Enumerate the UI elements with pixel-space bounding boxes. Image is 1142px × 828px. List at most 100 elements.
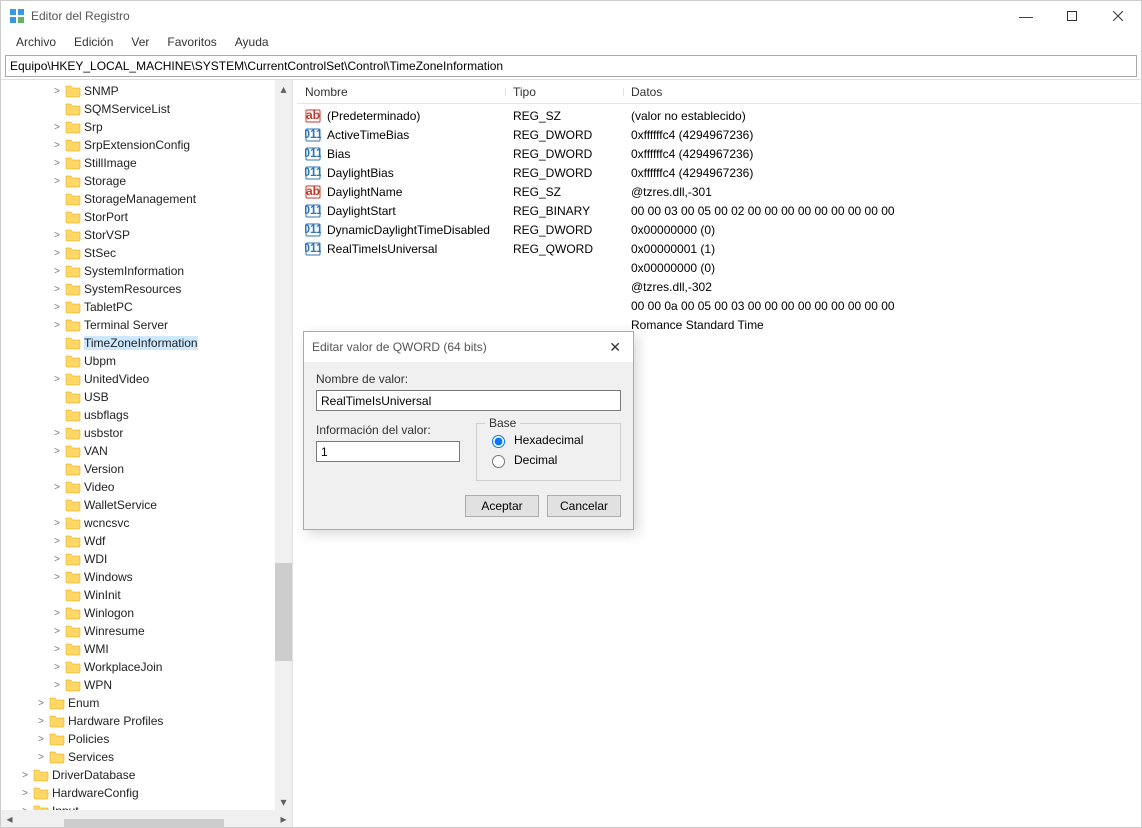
dialog-close-button[interactable]: ✕ [605,339,625,356]
value-row[interactable]: abDaylightNameREG_SZ@tzres.dll,-301 [297,182,1141,201]
radio-decimal[interactable]: Decimal [487,450,610,470]
expand-icon[interactable]: ˃ [49,230,65,241]
tree-item[interactable]: ˃Windows [1,568,292,586]
tree-item[interactable]: Version [1,460,292,478]
value-row[interactable]: 011BiasREG_DWORD0xffffffc4 (4294967236) [297,144,1141,163]
tree-item[interactable]: ˃VAN [1,442,292,460]
tree-item[interactable]: ˃Storage [1,172,292,190]
expand-icon[interactable]: ˃ [49,518,65,529]
expand-icon[interactable]: ˃ [49,248,65,259]
tree-vertical-scrollbar[interactable]: ▴ ▾ [275,80,292,810]
value-name-input[interactable] [316,390,621,411]
value-row[interactable]: 011DaylightBiasREG_DWORD0xffffffc4 (4294… [297,163,1141,182]
menu-edit[interactable]: Edición [65,33,122,51]
tree-item[interactable]: usbflags [1,406,292,424]
expand-icon[interactable]: ˃ [49,644,65,655]
tree-item[interactable]: ˃wcncsvc [1,514,292,532]
tree-item[interactable]: ˃SystemInformation [1,262,292,280]
expand-icon[interactable]: ˃ [33,734,49,745]
expand-icon[interactable]: ˃ [49,662,65,673]
tree-item[interactable]: ˃usbstor [1,424,292,442]
ok-button[interactable]: Aceptar [465,495,539,517]
expand-icon[interactable]: ˃ [17,770,33,781]
tree-item[interactable]: ˃SrpExtensionConfig [1,136,292,154]
tree-item[interactable]: ˃HardwareConfig [1,784,292,802]
tree-item[interactable]: StorageManagement [1,190,292,208]
value-row[interactable]: 011RealTimeIsUniversalREG_QWORD0x0000000… [297,239,1141,258]
menu-help[interactable]: Ayuda [226,33,278,51]
tree-item[interactable]: ˃StSec [1,244,292,262]
tree-item[interactable]: ˃Input [1,802,292,810]
tree-item[interactable]: WalletService [1,496,292,514]
menu-view[interactable]: Ver [122,33,158,51]
tree-item[interactable]: ˃StillImage [1,154,292,172]
value-row[interactable]: 011DynamicDaylightTimeDisabledREG_DWORD0… [297,220,1141,239]
value-row[interactable]: 011DaylightStartREG_BINARY00 00 03 00 05… [297,201,1141,220]
expand-icon[interactable]: ˃ [49,266,65,277]
expand-icon[interactable]: ˃ [49,122,65,133]
tree-item[interactable]: Ubpm [1,352,292,370]
expand-icon[interactable]: ˃ [49,320,65,331]
dialog-titlebar[interactable]: Editar valor de QWORD (64 bits) ✕ [304,332,633,362]
expand-icon[interactable]: ˃ [49,158,65,169]
expand-icon[interactable]: ˃ [49,626,65,637]
tree-item[interactable]: ˃Services [1,748,292,766]
value-row[interactable]: @tzres.dll,-302 [297,277,1141,296]
expand-icon[interactable]: ˃ [49,446,65,457]
expand-icon[interactable]: ˃ [49,482,65,493]
expand-icon[interactable]: ˃ [49,284,65,295]
key-tree[interactable]: ˃SNMPSQMServiceList˃Srp˃SrpExtensionConf… [1,80,293,827]
address-bar[interactable] [5,55,1137,77]
tree-item[interactable]: ˃UnitedVideo [1,370,292,388]
tree-item[interactable]: ˃Srp [1,118,292,136]
radio-decimal-input[interactable] [492,455,505,468]
tree-item[interactable]: ˃Policies [1,730,292,748]
maximize-button[interactable] [1049,1,1095,31]
value-row[interactable]: 0x00000000 (0) [297,258,1141,277]
expand-icon[interactable]: ˃ [33,716,49,727]
tree-item[interactable]: SQMServiceList [1,100,292,118]
tree-item[interactable]: ˃TabletPC [1,298,292,316]
expand-icon[interactable]: ˃ [33,752,49,763]
value-row[interactable]: 011ActiveTimeBiasREG_DWORD0xffffffc4 (42… [297,125,1141,144]
tree-item[interactable]: ˃Terminal Server [1,316,292,334]
value-data-input[interactable] [316,441,460,462]
tree-item[interactable]: USB [1,388,292,406]
expand-icon[interactable]: ˃ [49,536,65,547]
tree-item[interactable]: ˃StorVSP [1,226,292,244]
expand-icon[interactable]: ˃ [49,608,65,619]
expand-icon[interactable]: ˃ [49,428,65,439]
expand-icon[interactable]: ˃ [49,680,65,691]
minimize-button[interactable]: — [1003,1,1049,31]
tree-item[interactable]: ˃SystemResources [1,280,292,298]
expand-icon[interactable]: ˃ [17,788,33,799]
expand-icon[interactable]: ˃ [33,698,49,709]
value-row[interactable]: ab(Predeterminado)REG_SZ(valor no establ… [297,106,1141,125]
cancel-button[interactable]: Cancelar [547,495,621,517]
tree-horizontal-scrollbar[interactable]: ◂ ▸ [1,810,292,827]
tree-item[interactable]: ˃WMI [1,640,292,658]
expand-icon[interactable]: ˃ [49,554,65,565]
tree-item[interactable]: ˃WorkplaceJoin [1,658,292,676]
tree-item[interactable]: ˃WPN [1,676,292,694]
tree-item[interactable]: ˃DriverDatabase [1,766,292,784]
tree-item[interactable]: ˃Winlogon [1,604,292,622]
expand-icon[interactable]: ˃ [49,86,65,97]
tree-item[interactable]: ˃Video [1,478,292,496]
tree-item[interactable]: ˃Winresume [1,622,292,640]
column-name[interactable]: Nombre [297,85,505,99]
expand-icon[interactable]: ˃ [49,572,65,583]
tree-item[interactable]: ˃Enum [1,694,292,712]
expand-icon[interactable]: ˃ [49,176,65,187]
column-type[interactable]: Tipo [505,85,623,99]
tree-item[interactable]: TimeZoneInformation [1,334,292,352]
tree-item[interactable]: ˃WDI [1,550,292,568]
tree-item[interactable]: ˃Hardware Profiles [1,712,292,730]
tree-item[interactable]: StorPort [1,208,292,226]
expand-icon[interactable]: ˃ [49,140,65,151]
tree-item[interactable]: ˃Wdf [1,532,292,550]
radio-hexadecimal[interactable]: Hexadecimal [487,430,610,450]
tree-item[interactable]: WinInit [1,586,292,604]
menu-favorites[interactable]: Favoritos [158,33,225,51]
expand-icon[interactable]: ˃ [49,374,65,385]
